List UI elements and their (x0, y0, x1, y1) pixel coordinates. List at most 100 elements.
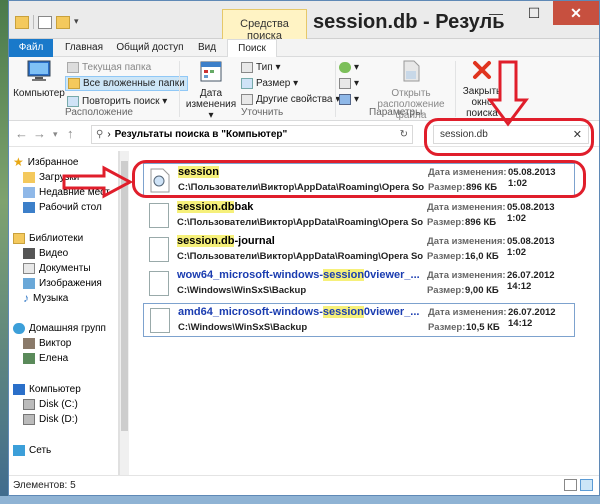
maximize-button[interactable]: ☐ (515, 1, 553, 25)
tab-file[interactable]: Файл (9, 39, 53, 57)
result-row[interactable]: wow64_microsoft-windows-session0viewer_.… (143, 267, 575, 301)
computer-button[interactable]: Компьютер (13, 59, 65, 99)
forward-button[interactable]: → (33, 126, 46, 141)
nav-video[interactable]: Видео (23, 246, 68, 260)
result-name: session.dbbak (177, 201, 254, 213)
item-count: Элементов: 5 (13, 480, 76, 491)
nav-libraries[interactable]: Библиотеки (13, 231, 83, 245)
nav-downloads[interactable]: Загрузки (23, 170, 79, 184)
folder-icon[interactable] (15, 15, 29, 29)
recent-locations-chevron-icon[interactable]: ▾ (53, 129, 58, 140)
file-icon (149, 237, 169, 262)
date-label: Дата изменения: (427, 202, 506, 213)
result-size: 16,0 КБ (465, 251, 499, 262)
nav-network-label: Сеть (29, 444, 52, 456)
title-bar: ▾ Средства поиска session.db - Резуль — … (9, 1, 599, 42)
all-subfolders-button[interactable]: Все вложенные папки (65, 76, 188, 91)
size-label: Размер: (428, 322, 466, 333)
scrollbar-thumb[interactable] (121, 161, 128, 431)
result-date: 26.07.2012 14:12 (507, 270, 555, 292)
size-label: Размер: (427, 251, 465, 262)
other-properties-button[interactable]: Другие свойства ▾ (241, 92, 340, 107)
nav-music[interactable]: ♪ Музыка (23, 291, 68, 305)
nav-libraries-label: Библиотеки (29, 232, 84, 244)
navigation-pane: ★ Избранное Загрузки Недавние мест Рабочи… (9, 151, 119, 477)
save-search-button[interactable]: ▾ (339, 92, 359, 107)
nav-user-elena[interactable]: Елена (23, 351, 68, 365)
computer-icon (13, 383, 25, 395)
close-search-button[interactable]: Закрыть окно поиска (457, 59, 507, 119)
date-modified-label: Дата изменения ▾ (185, 88, 237, 121)
type-button[interactable]: Тип ▾ (241, 60, 280, 75)
address-field[interactable]: ⚲ › Результаты поиска в "Компьютер" ↻ (91, 125, 413, 144)
details-view-icon[interactable] (564, 479, 577, 491)
up-button[interactable]: ↑ (67, 126, 74, 141)
ribbon-separator (335, 61, 336, 117)
result-name: session.db-journal (177, 235, 275, 247)
chevron-down-icon[interactable]: ▾ (74, 16, 82, 29)
recent-places-icon (23, 186, 35, 198)
nav-homegroup[interactable]: Домашняя групп (13, 321, 106, 335)
nav-homegroup-label: Домашняя групп (29, 322, 106, 334)
close-button[interactable]: ✕ (553, 1, 599, 25)
open-location-icon (403, 60, 420, 82)
advanced-options-button[interactable]: ▾ (339, 76, 359, 91)
current-folder-button[interactable]: Текущая папка (67, 60, 151, 75)
status-bar: Элементов: 5 (9, 475, 599, 495)
nav-favorites[interactable]: ★ Избранное (13, 155, 78, 169)
nav-scrollbar[interactable] (119, 151, 129, 477)
save-search-chevron: ▾ (354, 94, 360, 105)
desktop-background-bottom (0, 496, 600, 504)
result-size: 9,00 КБ (465, 285, 499, 296)
quick-access-toolbar: ▾ (15, 15, 82, 29)
nav-documents-label: Документы (39, 262, 91, 274)
all-subfolders-label: Все вложенные папки (83, 78, 185, 89)
recent-searches-button[interactable]: ▾ (339, 60, 359, 75)
file-icon (149, 203, 169, 228)
nav-desktop[interactable]: Рабочий стол (23, 200, 102, 214)
avatar (23, 352, 35, 364)
date-label: Дата изменения: (428, 307, 507, 318)
type-icon (241, 62, 253, 73)
file-icon (150, 308, 170, 333)
documents-icon (23, 262, 35, 274)
group-location-label: Расположение (65, 107, 133, 118)
properties-icon[interactable] (38, 15, 52, 29)
result-date: 05.08.2013 1:02 (507, 236, 555, 258)
refresh-button[interactable]: ↻ (400, 129, 408, 140)
star-icon: ★ (13, 155, 24, 169)
address-path: Результаты поиска в "Компьютер" (114, 129, 288, 140)
calendar-icon (200, 61, 222, 82)
nav-disk-c[interactable]: Disk (C:) (23, 397, 78, 411)
nav-images-label: Изображения (39, 277, 102, 289)
nav-user-viktor[interactable]: Виктор (23, 336, 71, 350)
size-button[interactable]: Размер ▾ (241, 76, 298, 91)
result-row[interactable]: amd64_microsoft-windows-session0viewer_.… (143, 303, 575, 337)
nav-documents[interactable]: Документы (23, 261, 91, 275)
tab-share[interactable]: Общий доступ (113, 39, 187, 57)
tab-home[interactable]: Главная (61, 39, 107, 57)
nav-desktop-label: Рабочий стол (39, 201, 102, 213)
ribbon-tabs: Файл Главная Общий доступ Вид Поиск (9, 39, 599, 58)
minimize-button[interactable]: — (477, 1, 515, 25)
content-view-icon[interactable] (580, 479, 593, 491)
result-row[interactable]: session.dbbak C:\Пользователи\Виктор\App… (143, 199, 575, 233)
nav-network[interactable]: Сеть (13, 443, 51, 457)
nav-computer-label: Компьютер (29, 383, 81, 395)
new-folder-icon[interactable] (56, 15, 70, 29)
nav-favorites-label: Избранное (27, 156, 79, 168)
back-button[interactable]: ← (15, 126, 28, 141)
ribbon-separator (455, 61, 456, 117)
result-row[interactable]: session.db-journal C:\Пользователи\Викто… (143, 233, 575, 267)
qat-separator (33, 15, 34, 29)
nav-recent-places[interactable]: Недавние мест (23, 185, 110, 199)
tab-view[interactable]: Вид (193, 39, 221, 57)
result-path: C:\Windows\WinSxS\Backup (177, 285, 307, 296)
nav-computer[interactable]: Компьютер (13, 382, 81, 396)
contextual-tab-search-tools: Средства поиска (222, 9, 307, 42)
date-modified-button[interactable]: Дата изменения ▾ (183, 59, 239, 121)
nav-disk-d[interactable]: Disk (D:) (23, 412, 78, 426)
size-icon (241, 78, 253, 89)
tab-search[interactable]: Поиск (227, 39, 277, 58)
nav-images[interactable]: Изображения (23, 276, 102, 290)
